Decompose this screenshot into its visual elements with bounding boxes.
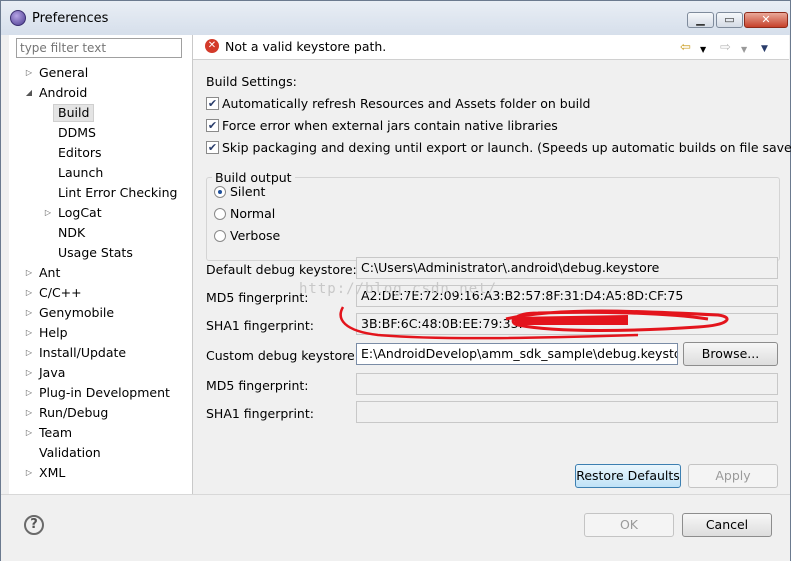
preference-tree-panel: ▷ General ◢ Android Build DDMS Editors Launch Li… [9, 35, 193, 494]
normal-radio[interactable] [214, 208, 226, 220]
tree-item-team[interactable]: Team [39, 424, 72, 442]
default-keystore-label: Default debug keystore: [206, 262, 357, 277]
force-error-checkbox[interactable]: ✔ [206, 119, 219, 132]
message-bar: ✕ Not a valid keystore path. ⇦ ▼ ⇨ ▼ ▼ [193, 35, 789, 59]
tree-expand-icon[interactable]: ▷ [24, 328, 34, 337]
error-message: Not a valid keystore path. [225, 39, 387, 54]
custom-keystore-input[interactable]: E:\AndroidDevelop\amm_sdk_sample\debug.k… [356, 343, 678, 365]
tree-expand-icon[interactable]: ▷ [24, 428, 34, 437]
window-title: Preferences [32, 11, 109, 26]
skip-packaging-checkbox[interactable]: ✔ [206, 141, 219, 154]
silent-radio[interactable] [214, 186, 226, 198]
build-settings-heading: Build Settings: [206, 74, 297, 89]
red-redaction-scribble [339, 306, 729, 340]
tree-item-ant[interactable]: Ant [39, 264, 60, 282]
tree-expand-icon[interactable]: ▷ [24, 288, 34, 297]
md5-fingerprint-label: MD5 fingerprint: [206, 290, 309, 305]
minimize-icon: ▁ [696, 13, 705, 26]
tree-expand-icon[interactable]: ▷ [24, 308, 34, 317]
skip-packaging-label: Skip packaging and dexing until export o… [222, 140, 791, 155]
custom-sha1-label: SHA1 fingerprint: [206, 406, 314, 421]
silent-label: Silent [230, 184, 266, 199]
tree-item-editors[interactable]: Editors [58, 144, 102, 162]
tree-item-general[interactable]: General [39, 64, 88, 82]
custom-md5-label: MD5 fingerprint: [206, 378, 309, 393]
tree-expand-icon[interactable]: ▷ [24, 368, 34, 377]
close-button[interactable]: ✕ [744, 12, 788, 28]
tree-item-run-debug[interactable]: Run/Debug [39, 404, 108, 422]
auto-refresh-label: Automatically refresh Resources and Asse… [222, 96, 591, 111]
maximize-icon: ▭ [724, 13, 735, 26]
dialog-button-bar: ? OK Cancel [1, 494, 790, 561]
tree-item-usage-stats[interactable]: Usage Stats [58, 244, 133, 262]
forward-dropdown-icon[interactable]: ▼ [741, 45, 747, 54]
force-error-label: Force error when external jars contain n… [222, 118, 558, 133]
tree-item-lint-error-checking[interactable]: Lint Error Checking [58, 184, 177, 202]
forward-arrow-icon[interactable]: ⇨ [720, 40, 731, 55]
tree-item-plug-in-development[interactable]: Plug-in Development [39, 384, 170, 402]
maximize-button[interactable]: ▭ [716, 12, 743, 28]
tree-expand-icon[interactable]: ▷ [24, 268, 34, 277]
tree-expand-icon[interactable]: ▷ [24, 348, 34, 357]
ok-button[interactable]: OK [584, 513, 674, 537]
tree-item-logcat[interactable]: LogCat [58, 204, 102, 222]
tree-item-build[interactable]: Build [53, 104, 95, 122]
title-bar: Preferences ▁ ▭ ✕ [1, 1, 790, 35]
close-icon: ✕ [761, 13, 771, 26]
error-icon: ✕ [205, 39, 219, 53]
tree-item-xml[interactable]: XML [39, 464, 65, 482]
tree-item-c-c-[interactable]: C/C++ [39, 284, 82, 302]
watermark: http://blog.csdn.net/ [299, 281, 498, 297]
tree-expand-icon[interactable]: ▷ [43, 208, 53, 217]
tree-item-ndk[interactable]: NDK [58, 224, 85, 242]
view-menu-icon[interactable]: ▼ [761, 44, 768, 54]
preferences-window: Preferences ▁ ▭ ✕ ▷ General ◢ Android Build D… [0, 0, 791, 561]
auto-refresh-checkbox[interactable]: ✔ [206, 97, 219, 110]
tree-item-launch[interactable]: Launch [58, 164, 103, 182]
verbose-label: Verbose [230, 228, 281, 243]
normal-label: Normal [230, 206, 276, 221]
custom-keystore-label: Custom debug keystore: [206, 348, 359, 363]
tree-expand-icon[interactable]: ▷ [24, 408, 34, 417]
tree-item-install-update[interactable]: Install/Update [39, 344, 126, 362]
back-dropdown-icon[interactable]: ▼ [700, 45, 706, 54]
tree-expand-icon[interactable]: ▷ [24, 468, 34, 477]
tree-item-genymobile[interactable]: Genymobile [39, 304, 114, 322]
build-output-group [206, 177, 780, 261]
minimize-button[interactable]: ▁ [687, 12, 714, 28]
custom-md5-field [356, 373, 778, 395]
build-preferences-page: ✕ Not a valid keystore path. ⇦ ▼ ⇨ ▼ ▼ B… [193, 35, 791, 494]
back-arrow-icon[interactable]: ⇦ [680, 40, 691, 55]
tree-item-validation[interactable]: Validation [39, 444, 101, 462]
custom-sha1-field [356, 401, 778, 423]
eclipse-icon [10, 10, 26, 26]
tree-item-ddms[interactable]: DDMS [58, 124, 96, 142]
tree-expand-icon[interactable]: ▷ [24, 68, 34, 77]
verbose-radio[interactable] [214, 230, 226, 242]
default-keystore-field: C:\Users\Administrator\.android\debug.ke… [356, 257, 778, 279]
restore-defaults-button[interactable]: Restore Defaults [575, 464, 681, 488]
filter-input[interactable] [16, 38, 182, 58]
tree-expand-icon[interactable]: ◢ [24, 88, 34, 97]
cancel-button[interactable]: Cancel [682, 513, 772, 537]
browse-button[interactable]: Browse... [683, 342, 778, 366]
tree-item-android[interactable]: Android [39, 84, 87, 102]
tree-item-java[interactable]: Java [39, 364, 65, 382]
apply-button[interactable]: Apply [688, 464, 778, 488]
sha1-fingerprint-label: SHA1 fingerprint: [206, 318, 314, 333]
help-icon[interactable]: ? [24, 515, 44, 535]
message-separator [193, 59, 789, 60]
build-output-title: Build output [212, 170, 295, 185]
tree-item-help[interactable]: Help [39, 324, 68, 342]
tree-expand-icon[interactable]: ▷ [24, 388, 34, 397]
